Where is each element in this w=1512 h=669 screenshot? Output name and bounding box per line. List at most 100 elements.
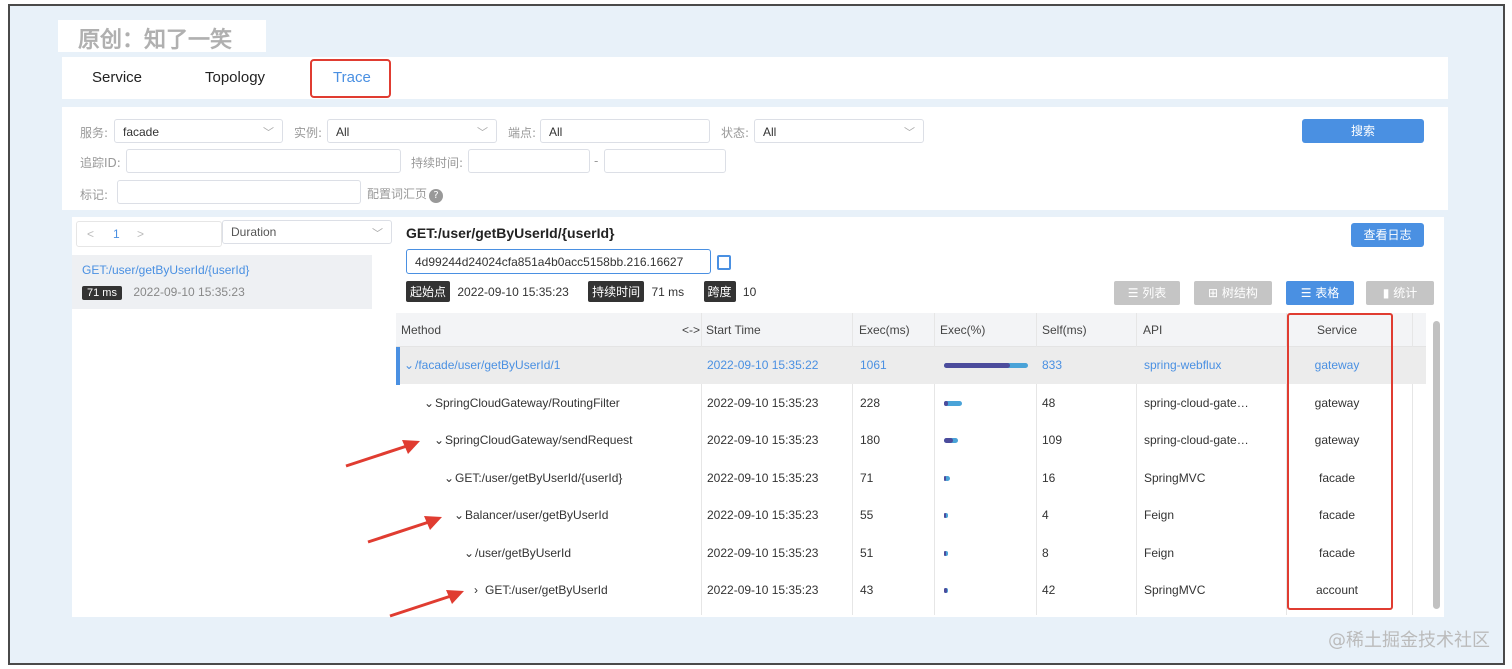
expand-toggle-icon[interactable]: ⌄ <box>444 471 454 485</box>
prev-page-button[interactable]: < <box>87 227 94 241</box>
view-logs-button[interactable]: 查看日志 <box>1351 223 1424 247</box>
span-start-time: 2022-09-10 15:35:23 <box>707 508 819 522</box>
instance-select[interactable]: All ﹀ <box>327 119 497 143</box>
filter-panel: 服务: facade ﹀ 实例: All ﹀ 端点: All 状态: All ﹀… <box>62 107 1448 210</box>
tab-service[interactable]: Service <box>92 69 142 86</box>
trace-id-value: 4d99244d24024cfa851a4b0acc5158bb.216.166… <box>415 255 684 269</box>
expand-toggle-icon[interactable]: ⌄ <box>404 358 414 372</box>
endpoint-input[interactable]: All <box>540 119 710 143</box>
help-icon[interactable]: ? <box>429 189 444 203</box>
expand-toggle-icon[interactable]: › <box>474 583 478 597</box>
view-list-button[interactable]: ☰ 列表 <box>1114 281 1180 305</box>
col-exec-ms: Exec(ms) <box>859 323 910 337</box>
table-row[interactable]: ⌄ GET:/user/getByUserId/{userId} 2022-09-1… <box>396 460 1426 497</box>
next-page-button[interactable]: > <box>137 227 144 241</box>
expand-toggle-icon[interactable]: ⌄ <box>454 508 464 522</box>
instance-select-value: All <box>336 125 350 139</box>
chevron-down-icon: ﹀ <box>477 127 488 139</box>
tag-input[interactable] <box>117 180 361 204</box>
expand-toggle-icon[interactable]: ⌄ <box>424 396 434 410</box>
span-api: Feign <box>1144 508 1175 522</box>
span-self-ms: 4 <box>1042 508 1049 522</box>
col-resize-handle[interactable]: <-> <box>682 323 700 337</box>
table-row[interactable]: ⌄ SpringCloudGateway/sendRequest 2022-09-1… <box>396 422 1426 459</box>
view-table-button[interactable]: ☰ 表格 <box>1286 281 1354 305</box>
col-start-time: Start Time <box>706 323 761 337</box>
span-self-ms: 48 <box>1042 395 1056 410</box>
span-exec-ms: 43 <box>860 583 874 597</box>
span-exec-ms: 55 <box>860 508 874 522</box>
tab-topology[interactable]: Topology <box>205 69 265 86</box>
watermark-banner: 原创：知了一笑 <box>58 20 266 53</box>
status-select[interactable]: All ﹀ <box>754 119 924 143</box>
start-label: 起始点 <box>406 281 451 302</box>
self-percent-bar <box>944 363 1010 368</box>
sort-select[interactable]: Duration ﹀ <box>222 220 392 244</box>
search-button[interactable]: 搜索 <box>1302 119 1424 143</box>
view-tree-label: 树结构 <box>1221 286 1258 300</box>
selected-row-marker <box>396 347 400 385</box>
instance-filter-label: 实例: <box>294 126 323 140</box>
self-percent-bar <box>944 513 946 518</box>
self-percent-bar <box>944 550 946 556</box>
duration-max-input[interactable] <box>604 149 726 173</box>
view-stats-label: 统计 <box>1393 286 1418 300</box>
tag-label: 标记: <box>80 188 109 202</box>
col-self-ms: Self(ms) <box>1042 323 1087 337</box>
span-self-ms: 833 <box>1042 358 1063 372</box>
table-row[interactable]: ⌄/user/getByUserId 2022-09-10 15:35:23 51 8… <box>396 535 1426 572</box>
table-row[interactable]: ⌄ Balancer/user/getByUserId 2022-09-10 15:… <box>396 497 1426 534</box>
duration-separator: - <box>594 154 599 168</box>
config-vocabulary-label: 配置词汇页 <box>367 187 428 201</box>
col-api: API <box>1143 323 1163 337</box>
trace-list-item[interactable]: GET:/user/getByUserId/{userId} 71 ms 202… <box>72 255 372 309</box>
span-start-time: 2022-09-10 15:35:23 <box>707 433 819 447</box>
span-method: /user/getByUserId <box>475 545 572 560</box>
trace-title: GET:/user/getByUserId/{userId} <box>406 225 615 241</box>
view-tree-button[interactable]: ⊞ 树结构 <box>1194 281 1272 305</box>
site-watermark: @稀土掘金技术社区 <box>1328 630 1490 651</box>
span-exec-ms: 71 <box>860 470 874 485</box>
endpoint-input-value: All <box>549 125 563 139</box>
expand-toggle-icon[interactable]: ⌄ <box>434 433 444 447</box>
top-tab-bar: Service Topology Trace <box>62 57 1448 99</box>
service-select-value: facade <box>123 125 160 139</box>
duration-label: 持续时间 <box>588 281 645 302</box>
expand-toggle-icon[interactable]: ⌄ <box>464 546 474 560</box>
table-row[interactable]: ⌄ SpringCloudGateway/RoutingFilter 2022-09… <box>396 385 1426 422</box>
trace-duration-badge: 71 ms <box>82 286 122 300</box>
span-api: spring-cloud-gate… <box>1144 433 1249 447</box>
endpoint-filter-label: 端点: <box>508 126 537 140</box>
table-row[interactable]: › GET:/user/getByUserId 2022-09-10 15:35:2… <box>396 572 1426 609</box>
service-column-annotation-box <box>1287 313 1393 610</box>
chevron-down-icon: ﹀ <box>904 127 915 139</box>
trace-id-select[interactable]: 4d99244d24024cfa851a4b0acc5158bb.216.166… <box>406 249 711 274</box>
span-table-header: Method <-> Start Time Exec(ms) Exec(%) S… <box>396 313 1426 347</box>
config-vocabulary-link[interactable]: 配置词汇页? <box>367 185 444 203</box>
service-select[interactable]: facade ﹀ <box>114 119 283 143</box>
trace-list-panel: < 1 > Duration ﹀ GET:/user/getByUserId/{… <box>72 217 396 617</box>
span-method: SpringCloudGateway/RoutingFilter <box>435 395 620 410</box>
table-row[interactable]: ⌄/facade/user/getByUserId/1 2022-09-10 15… <box>396 347 1426 385</box>
span-method: Balancer/user/getByUserId <box>465 508 609 522</box>
span-self-ms: 8 <box>1042 545 1049 560</box>
current-page[interactable]: 1 <box>113 227 120 241</box>
span-api: spring-webflux <box>1144 358 1222 372</box>
traceid-input[interactable] <box>126 149 401 173</box>
span-exec-ms: 51 <box>860 545 874 560</box>
span-api: spring-cloud-gate… <box>1144 395 1249 410</box>
pagination: < 1 > <box>76 221 222 247</box>
table-scrollbar[interactable] <box>1433 321 1440 609</box>
status-select-value: All <box>763 125 777 139</box>
view-stats-button[interactable]: ▮ 统计 <box>1366 281 1434 305</box>
duration-min-input[interactable] <box>468 149 590 173</box>
trace-tab-annotation-box <box>310 59 391 98</box>
span-exec-ms: 228 <box>860 395 881 410</box>
trace-endpoint: GET:/user/getByUserId/{userId} <box>82 263 250 277</box>
traceid-label: 追踪ID: <box>80 156 121 170</box>
annotation-arrow-icon <box>389 590 464 618</box>
self-percent-bar <box>944 475 946 481</box>
span-exec-ms: 180 <box>860 433 881 447</box>
copy-icon[interactable] <box>717 255 731 270</box>
span-self-ms: 16 <box>1042 470 1056 485</box>
